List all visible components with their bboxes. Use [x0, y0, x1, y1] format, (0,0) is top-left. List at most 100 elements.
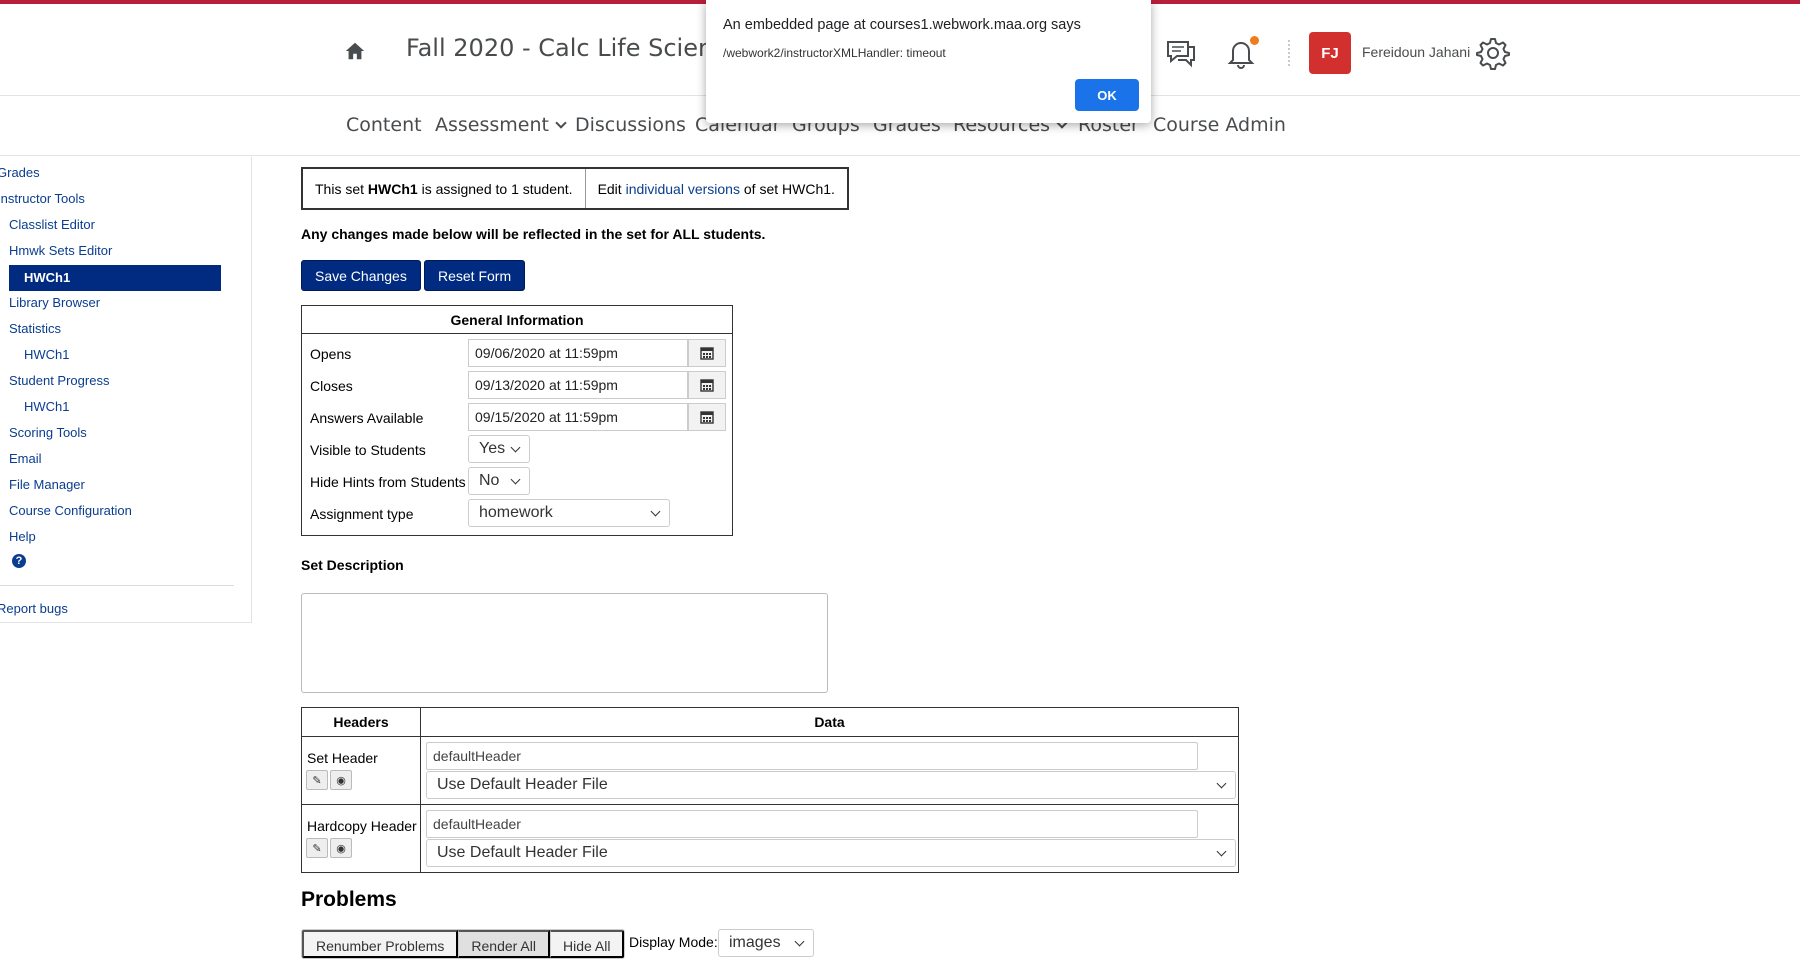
chevron-down-icon [1216, 846, 1227, 857]
data-column-header: Data [814, 714, 845, 730]
sidebar-item-hmwk-sets-editor[interactable]: Hmwk Sets Editor [9, 243, 112, 258]
chevron-down-icon [794, 936, 805, 947]
hide-hints-select[interactable]: No [468, 467, 530, 495]
opens-label: Opens [310, 346, 352, 362]
view-hardcopy-header-button[interactable]: ◉ [330, 838, 352, 858]
sidebar-item-help[interactable]: Help [9, 529, 36, 544]
chevron-down-icon [510, 442, 521, 453]
view-set-header-button[interactable]: ◉ [330, 770, 352, 790]
problems-title: Problems [301, 888, 397, 911]
course-title[interactable]: Fall 2020 - Calc Life Science [406, 34, 741, 62]
sidebar-item-statistics-hwch1[interactable]: HWCh1 [24, 347, 70, 362]
hardcopy-header-label: Hardcopy Header [307, 818, 417, 834]
webwork-sidebar: Grades Instructor Tools Classlist Editor… [0, 157, 252, 623]
closes-date-input[interactable]: 09/13/2020 at 11:59pm [468, 371, 688, 399]
edit-prefix: Edit [597, 180, 626, 197]
dialog-ok-button[interactable]: OK [1075, 79, 1139, 111]
hide-hints-label: Hide Hints from Students [310, 474, 466, 490]
sidebar-item-instructor-tools[interactable]: Instructor Tools [0, 191, 85, 206]
sidebar-item-statistics[interactable]: Statistics [9, 321, 61, 336]
dialog-title: An embedded page at courses1.webwork.maa… [723, 17, 1081, 33]
hardcopy-select-value: Use Default Header File [437, 844, 608, 861]
sidebar-item-course-configuration[interactable]: Course Configuration [9, 503, 132, 518]
set-header-input[interactable]: defaultHeader [426, 742, 1198, 770]
set-header-select-value: Use Default Header File [437, 776, 608, 793]
answers-calendar-button[interactable] [688, 403, 726, 431]
calendar-icon [700, 411, 714, 424]
chevron-down-icon [510, 474, 521, 485]
chevron-down-icon [555, 117, 567, 129]
closes-label: Closes [310, 378, 353, 394]
set-description-textarea[interactable] [301, 593, 828, 693]
chevron-down-icon [1216, 778, 1227, 789]
answers-available-label: Answers Available [310, 410, 424, 426]
general-information-table: General Information Opens 09/06/2020 at … [301, 305, 733, 536]
type-value: homework [479, 504, 553, 521]
set-description-label: Set Description [301, 557, 404, 573]
opens-date-input[interactable]: 09/06/2020 at 11:59pm [468, 339, 688, 367]
renumber-problems-button[interactable]: Renumber Problems [302, 930, 459, 958]
hardcopy-header-input[interactable]: defaultHeader [426, 810, 1198, 838]
set-name: HWCh1 [367, 180, 418, 197]
hints-value: No [479, 472, 500, 489]
nav-discussions[interactable]: Discussions [575, 114, 686, 136]
hardcopy-header-select[interactable]: Use Default Header File [426, 839, 1236, 867]
headers-column-header: Headers [333, 714, 389, 730]
home-icon[interactable] [344, 40, 366, 62]
notification-dot [1250, 36, 1259, 45]
pencil-icon: ✎ [312, 842, 322, 855]
sidebar-item-scoring-tools[interactable]: Scoring Tools [9, 425, 87, 440]
eye-icon: ◉ [336, 842, 346, 855]
gear-icon[interactable] [1476, 36, 1510, 70]
sidebar-item-student-progress[interactable]: Student Progress [9, 373, 109, 388]
nav-assessment-label: Assessment [435, 114, 549, 136]
sidebar-item-hwch1-active[interactable]: HWCh1 [9, 265, 221, 291]
edit-hardcopy-header-button[interactable]: ✎ [306, 838, 328, 858]
display-mode-value: images [729, 934, 781, 951]
save-changes-button[interactable]: Save Changes [301, 260, 421, 291]
closes-calendar-button[interactable] [688, 371, 726, 399]
assignment-type-label: Assignment type [310, 506, 414, 522]
help-icon[interactable]: ? [12, 554, 26, 568]
table-divider [302, 736, 1238, 737]
general-information-title: General Information [302, 306, 732, 334]
table-divider [420, 708, 421, 872]
set-assignment-info: This set HWCh1 is assigned to 1 student.… [301, 167, 849, 210]
eye-icon: ◉ [336, 774, 346, 787]
sidebar-item-progress-hwch1[interactable]: HWCh1 [24, 399, 70, 414]
sidebar-item-file-manager[interactable]: File Manager [9, 477, 85, 492]
display-mode-select[interactable]: images [718, 929, 814, 957]
edit-suffix: of set HWCh1. [739, 180, 835, 197]
reset-form-button[interactable]: Reset Form [424, 260, 526, 291]
sidebar-item-email[interactable]: Email [9, 451, 42, 466]
assigned-prefix: This set [315, 180, 368, 197]
sidebar-item-grades[interactable]: Grades [0, 165, 40, 180]
calendar-icon [700, 347, 714, 360]
sidebar-item-report-bugs[interactable]: Report bugs [0, 601, 68, 616]
message-alerts-icon[interactable] [1164, 36, 1198, 70]
edit-set-header-button[interactable]: ✎ [306, 770, 328, 790]
user-name[interactable]: Fereidoun Jahani [1362, 44, 1470, 60]
nav-assessment[interactable]: Assessment [435, 114, 567, 136]
display-mode-label: Display Mode: [629, 934, 718, 950]
assigned-suffix: is assigned to 1 student. [417, 180, 573, 197]
sidebar-item-library-browser[interactable]: Library Browser [9, 295, 100, 310]
visible-to-students-label: Visible to Students [310, 442, 426, 458]
hide-all-button[interactable]: Hide All [549, 930, 625, 958]
assignment-type-select[interactable]: homework [468, 499, 670, 527]
nav-course-admin[interactable]: Course Admin [1153, 114, 1286, 136]
render-all-button[interactable]: Render All [458, 930, 550, 958]
dialog-message: /webwork2/instructorXMLHandler: timeout [723, 46, 946, 60]
nav-content[interactable]: Content [346, 114, 422, 136]
sidebar-item-classlist-editor[interactable]: Classlist Editor [9, 217, 95, 232]
opens-calendar-button[interactable] [688, 339, 726, 367]
individual-versions-link[interactable]: individual versions [626, 181, 740, 197]
avatar[interactable]: FJ [1309, 32, 1351, 74]
set-header-select[interactable]: Use Default Header File [426, 771, 1236, 799]
answers-date-input[interactable]: 09/15/2020 at 11:59pm [468, 403, 688, 431]
alert-dialog: An embedded page at courses1.webwork.maa… [706, 0, 1151, 123]
sidebar-divider [0, 585, 234, 586]
assigned-info-cell: This set HWCh1 is assigned to 1 student. [303, 169, 585, 208]
table-divider [302, 804, 1238, 805]
visible-select[interactable]: Yes [468, 435, 530, 463]
